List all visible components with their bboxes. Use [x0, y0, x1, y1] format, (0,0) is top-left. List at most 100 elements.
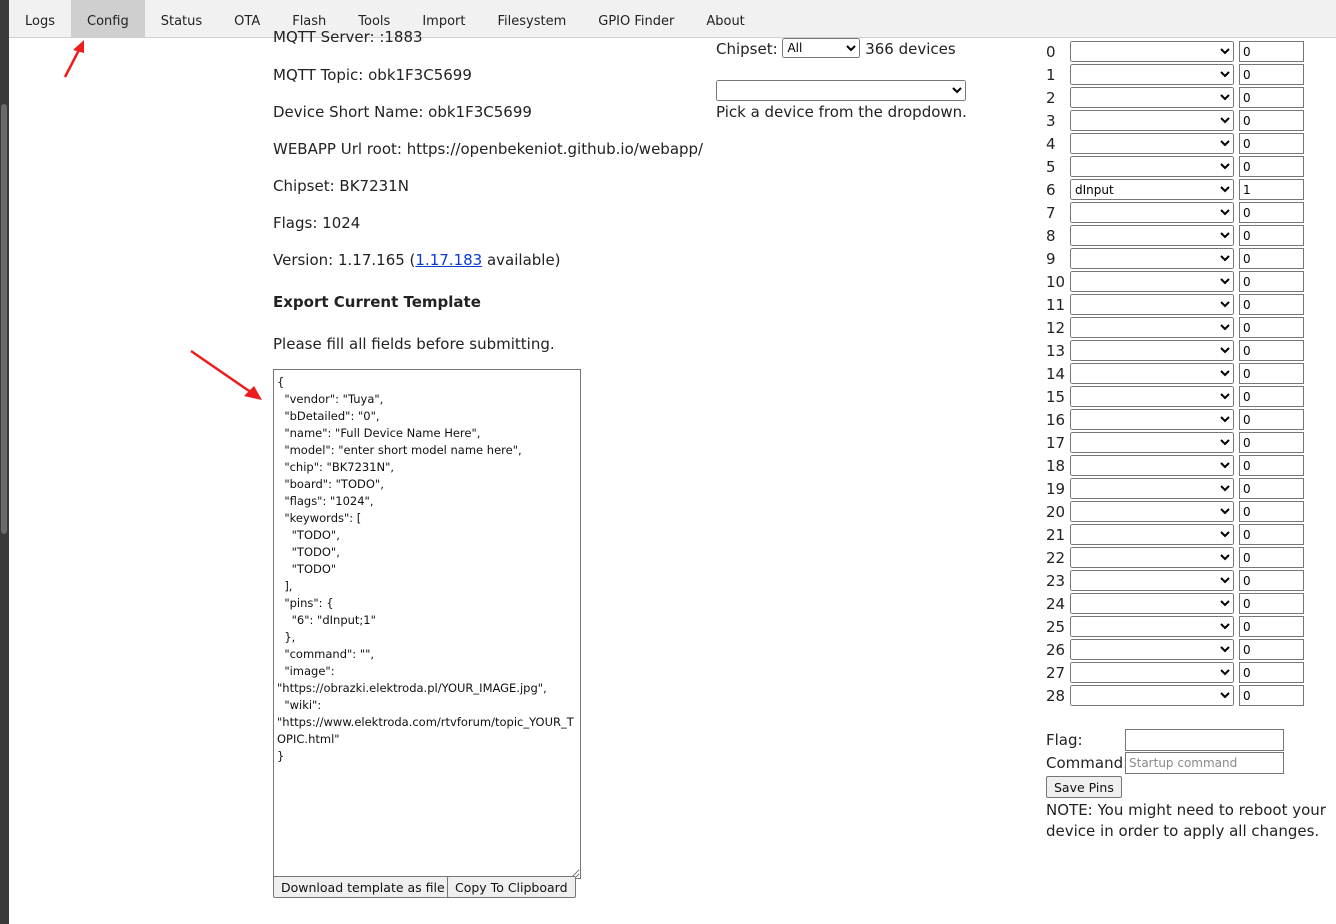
pin-channel-input[interactable] — [1239, 409, 1304, 430]
pin-row: 0 — [1046, 41, 1306, 64]
pin-role-select[interactable] — [1070, 409, 1234, 430]
device-pick-hint: Pick a device from the dropdown. — [716, 103, 967, 121]
pin-channel-input[interactable] — [1239, 294, 1304, 315]
update-version-link[interactable]: 1.17.183 — [415, 251, 482, 269]
pin-role-select[interactable] — [1070, 41, 1234, 62]
pin-channel-input[interactable] — [1239, 616, 1304, 637]
startup-command-input[interactable] — [1125, 752, 1284, 774]
pin-channel-input[interactable] — [1239, 41, 1304, 62]
download-template-button[interactable]: Download template as file — [273, 876, 453, 898]
pin-number: 2 — [1046, 89, 1056, 107]
pin-row: 26 — [1046, 639, 1306, 662]
pin-number: 15 — [1046, 388, 1066, 406]
pin-channel-input[interactable] — [1239, 110, 1304, 131]
pin-role-select[interactable] — [1070, 363, 1234, 384]
pin-row: 1 — [1046, 64, 1306, 87]
template-json-textarea[interactable]: { "vendor": "Tuya", "bDetailed": "0", "n… — [273, 369, 581, 879]
pin-number: 13 — [1046, 342, 1066, 360]
flags-line: Flags: 1024 — [273, 214, 361, 232]
annotation-arrow-template-icon — [190, 349, 262, 400]
pin-channel-input[interactable] — [1239, 340, 1304, 361]
pin-channel-input[interactable] — [1239, 271, 1304, 292]
save-pins-button[interactable]: Save Pins — [1046, 776, 1122, 798]
pin-channel-input[interactable] — [1239, 501, 1304, 522]
pin-channel-input[interactable] — [1239, 64, 1304, 85]
pin-role-select[interactable] — [1070, 271, 1234, 292]
pin-role-select[interactable] — [1070, 639, 1234, 660]
pin-role-select[interactable] — [1070, 202, 1234, 223]
pin-number: 1 — [1046, 66, 1056, 84]
pin-role-select[interactable] — [1070, 133, 1234, 154]
pin-channel-input[interactable] — [1239, 685, 1304, 706]
pin-role-select[interactable] — [1070, 432, 1234, 453]
pin-channel-input[interactable] — [1239, 156, 1304, 177]
version-prefix: Version: 1.17.165 ( — [273, 251, 416, 269]
pin-role-select[interactable] — [1070, 156, 1234, 177]
pin-channel-input[interactable] — [1239, 317, 1304, 338]
pin-role-select[interactable] — [1070, 110, 1234, 131]
tab-gpio-finder[interactable]: GPIO Finder — [582, 0, 690, 37]
pin-channel-input[interactable] — [1239, 478, 1304, 499]
pin-channel-input[interactable] — [1239, 455, 1304, 476]
reboot-note: NOTE: You might need to reboot your devi… — [1046, 801, 1326, 840]
pin-role-select[interactable] — [1070, 294, 1234, 315]
pin-role-select[interactable] — [1070, 593, 1234, 614]
pin-number: 0 — [1046, 43, 1056, 61]
pin-role-select[interactable] — [1070, 685, 1234, 706]
pin-channel-input[interactable] — [1239, 593, 1304, 614]
flag-input[interactable] — [1125, 729, 1284, 751]
chipset-filter-select[interactable]: All — [782, 38, 861, 58]
tab-ota[interactable]: OTA — [218, 0, 276, 37]
pin-number: 5 — [1046, 158, 1056, 176]
pin-row: 16 — [1046, 409, 1306, 432]
pin-channel-input[interactable] — [1239, 524, 1304, 545]
pin-role-select[interactable] — [1070, 501, 1234, 522]
pin-number: 21 — [1046, 526, 1066, 544]
pin-role-select[interactable] — [1070, 547, 1234, 568]
pin-role-select[interactable] — [1070, 455, 1234, 476]
pin-role-select[interactable] — [1070, 386, 1234, 407]
pin-row: 9 — [1046, 248, 1306, 271]
pin-row: 8 — [1046, 225, 1306, 248]
pin-channel-input[interactable] — [1239, 432, 1304, 453]
scrollbar-thumb[interactable] — [1, 104, 7, 534]
pin-channel-input[interactable] — [1239, 87, 1304, 108]
tab-status[interactable]: Status — [145, 0, 218, 37]
pin-role-select[interactable] — [1070, 524, 1234, 545]
pin-row: 4 — [1046, 133, 1306, 156]
pin-number: 17 — [1046, 434, 1066, 452]
pin-role-select[interactable] — [1070, 616, 1234, 637]
pin-role-select[interactable] — [1070, 662, 1234, 683]
pin-row: 2 — [1046, 87, 1306, 110]
pin-channel-input[interactable] — [1239, 133, 1304, 154]
pin-channel-input[interactable] — [1239, 547, 1304, 568]
pin-channel-input[interactable] — [1239, 570, 1304, 591]
device-select[interactable] — [716, 80, 966, 101]
copy-to-clipboard-button[interactable]: Copy To Clipboard — [447, 876, 576, 898]
pin-role-select[interactable] — [1070, 340, 1234, 361]
tab-config[interactable]: Config — [71, 0, 145, 37]
pin-channel-input[interactable] — [1239, 248, 1304, 269]
pin-role-select[interactable]: dInput — [1070, 179, 1234, 200]
pin-channel-input[interactable] — [1239, 639, 1304, 660]
pin-role-select[interactable] — [1070, 87, 1234, 108]
pin-channel-input[interactable] — [1239, 225, 1304, 246]
pin-role-select[interactable] — [1070, 570, 1234, 591]
pin-role-select[interactable] — [1070, 64, 1234, 85]
pin-role-select[interactable] — [1070, 248, 1234, 269]
tab-about[interactable]: About — [690, 0, 760, 37]
window-edge-scrollbar[interactable] — [0, 0, 9, 924]
pin-role-select[interactable] — [1070, 225, 1234, 246]
tab-logs[interactable]: Logs — [9, 0, 71, 37]
pin-channel-input[interactable] — [1239, 363, 1304, 384]
chipset-filter-label: Chipset: — [716, 40, 778, 58]
pin-channel-input[interactable] — [1239, 662, 1304, 683]
pin-channel-input[interactable] — [1239, 202, 1304, 223]
tab-filesystem[interactable]: Filesystem — [481, 0, 582, 37]
pin-role-select[interactable] — [1070, 317, 1234, 338]
pin-channel-input[interactable] — [1239, 179, 1304, 200]
command-label: Command: — [1046, 754, 1129, 772]
pin-channel-input[interactable] — [1239, 386, 1304, 407]
pin-role-select[interactable] — [1070, 478, 1234, 499]
pin-number: 27 — [1046, 664, 1066, 682]
